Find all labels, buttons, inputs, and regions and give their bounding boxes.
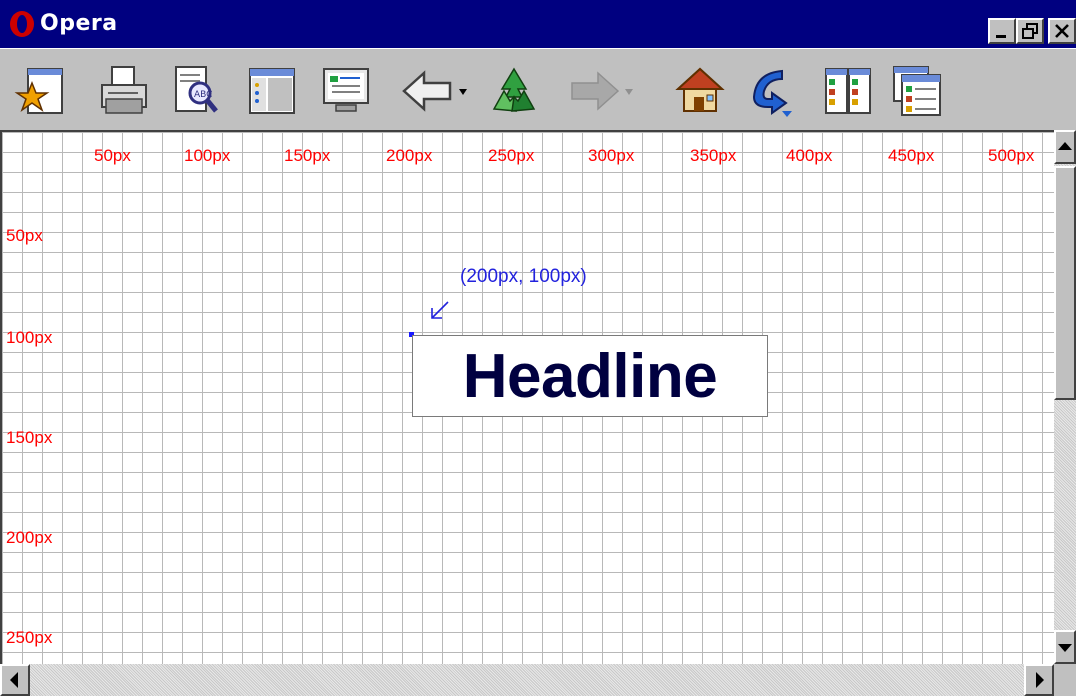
print-button[interactable] — [96, 63, 152, 119]
panels-button[interactable] — [244, 63, 300, 119]
panel-icon — [249, 68, 295, 114]
print-icon — [101, 66, 147, 114]
headline: Headline — [412, 335, 768, 417]
ruler-y-label: 250px — [6, 628, 53, 647]
opera-logo-icon — [10, 11, 34, 37]
ruler-x-label: 200px — [386, 146, 433, 165]
arrow-left-icon — [10, 672, 18, 688]
find-button[interactable]: ABC — [168, 63, 224, 119]
close-button[interactable] — [1048, 18, 1076, 44]
find-icon: ABC — [175, 66, 218, 113]
reload-icon — [492, 67, 536, 112]
chevron-down-icon — [625, 89, 633, 95]
ruler-x-label: 250px — [488, 146, 535, 165]
window-title: Opera — [40, 11, 118, 36]
ruler-y-label: 100px — [6, 328, 53, 347]
hotlist-button[interactable] — [14, 63, 70, 119]
ruler-x-label: 150px — [284, 146, 331, 165]
scroll-down-button[interactable] — [1054, 630, 1076, 664]
svg-text:ABC: ABC — [194, 90, 212, 100]
cascade-windows-button[interactable] — [890, 63, 946, 119]
ruler-x-label: 450px — [888, 146, 935, 165]
forward-button[interactable] — [566, 63, 622, 119]
scrollbar-corner — [1054, 664, 1076, 696]
ruler-x-label: 350px — [690, 146, 737, 165]
ruler-y-label: 150px — [6, 428, 53, 447]
horizontal-scrollbar[interactable] — [0, 664, 1054, 696]
coordinate-annotation: (200px, 100px) — [460, 266, 587, 287]
ruler-y-label: 200px — [6, 528, 53, 547]
title-bar: Opera — [0, 0, 1076, 48]
go-icon — [752, 69, 792, 117]
page-viewport[interactable]: 50px 100px 150px 200px 250px 300px 350px… — [0, 130, 1054, 664]
toolbar: ABC — [0, 48, 1076, 130]
hotlist-icon — [14, 68, 63, 114]
ruler-y-label: 50px — [6, 226, 43, 245]
home-button[interactable] — [672, 63, 728, 119]
back-button[interactable] — [400, 63, 456, 119]
forward-icon — [571, 71, 620, 111]
back-icon — [402, 70, 452, 112]
source-icon — [323, 68, 369, 112]
arrow-up-icon — [1058, 142, 1072, 150]
ruler-x-label: 500px — [988, 146, 1035, 165]
forward-history-dropdown[interactable] — [622, 63, 636, 119]
arrow-down-icon — [1058, 644, 1072, 652]
reload-button[interactable] — [486, 63, 542, 119]
vertical-scrollbar[interactable] — [1054, 130, 1076, 664]
ruler-x-label: 100px — [184, 146, 231, 165]
minimize-button[interactable] — [988, 18, 1016, 44]
ruler-x-label: 300px — [588, 146, 635, 165]
ruler-x-label: 400px — [786, 146, 833, 165]
arrow-down-left-icon — [431, 301, 449, 319]
view-source-button[interactable] — [318, 63, 374, 119]
cascade-icon — [893, 66, 941, 116]
ruler-x-label: 50px — [94, 146, 131, 165]
scroll-right-button[interactable] — [1024, 664, 1054, 696]
scroll-left-button[interactable] — [0, 664, 30, 696]
arrow-right-icon — [1036, 672, 1044, 688]
vertical-scroll-thumb[interactable] — [1054, 166, 1076, 400]
restore-button[interactable] — [1016, 18, 1044, 44]
go-button[interactable] — [742, 63, 798, 119]
chevron-down-icon — [459, 89, 467, 95]
back-history-dropdown[interactable] — [456, 63, 470, 119]
scroll-up-button[interactable] — [1054, 130, 1076, 164]
tile-icon — [825, 68, 871, 114]
home-icon — [675, 67, 725, 112]
tile-windows-button[interactable] — [820, 63, 876, 119]
